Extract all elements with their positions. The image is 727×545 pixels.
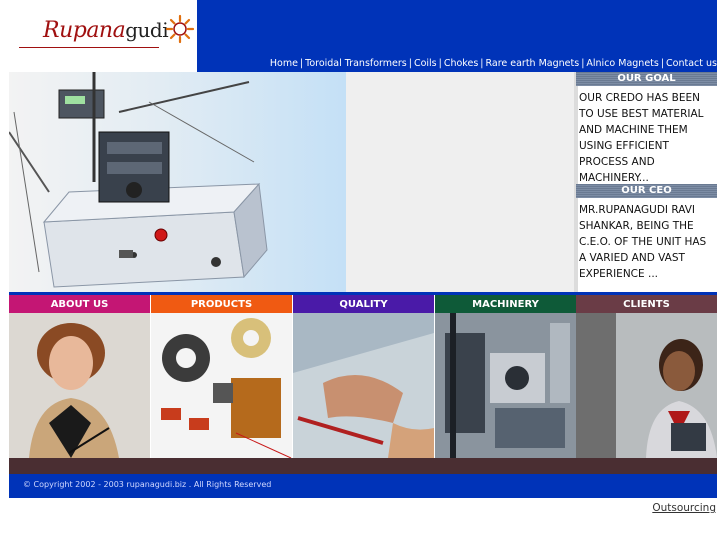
category-strip: ABOUT US PRODUCTS QUALITY MACHINERY CLIE… [9,295,717,458]
hero-banner [9,72,574,292]
logo[interactable]: Rupanagudi [9,0,197,72]
logo-underline [19,47,159,48]
nav-separator: | [581,58,585,69]
category-clients-label[interactable]: CLIENTS [576,295,717,313]
nav-separator: | [408,58,412,69]
category-about-us[interactable]: ABOUT US [9,295,150,458]
top-nav: Home | Toroidal Transformers | Coils | Chokes |… [270,58,717,69]
nav-chokes[interactable]: Chokes [444,58,478,69]
nav-separator: | [480,58,484,69]
category-machinery-label[interactable]: MACHINERY [435,295,576,313]
our-goal-heading[interactable]: OUR GOAL [576,72,717,86]
category-quality[interactable]: QUALITY [293,295,434,458]
outsourcing-link[interactable]: Outsourcing [652,502,716,514]
our-goal-text: OUR CREDO HAS BEEN TO USE BEST MATERIAL … [579,92,704,184]
hero-machine-photo [9,72,346,292]
nav-separator: | [299,58,304,69]
nav-coils[interactable]: Coils [414,58,437,69]
category-products[interactable]: PRODUCTS [151,295,292,458]
dark-band [9,458,717,474]
nav-separator: | [438,58,442,69]
nav-alnico-magnets[interactable]: Alnico Magnets [586,58,658,69]
category-clients[interactable]: CLIENTS [576,295,717,458]
our-ceo-text: MR.RUPANAGUDI RAVI SHANKAR, BEING THE C.… [579,204,707,280]
header: Rupanagudi Home | Toroidal Transformers | Co… [9,0,717,72]
nav-separator: | [660,58,665,69]
machinery-photo [435,313,576,458]
hero-blank-area [346,72,574,292]
our-ceo-heading[interactable]: OUR CEO [576,184,717,198]
nav-toroidal-transformers[interactable]: Toroidal Transformers [305,58,407,69]
nav-contact-us[interactable]: Contact us [666,58,717,69]
category-quality-label[interactable]: QUALITY [293,295,434,313]
footer: © Copyright 2002 - 2003 rupanagudi.biz .… [9,474,717,498]
side-stripe [574,72,578,292]
category-about-us-label[interactable]: ABOUT US [9,295,150,313]
products-photo [151,313,292,458]
clients-photo [576,313,717,458]
side-panel: OUR GOAL OUR CREDO HAS BEEN TO USE BEST … [574,72,717,292]
nav-home[interactable]: Home [270,58,298,69]
nav-rare-earth-magnets[interactable]: Rare earth Magnets [485,58,579,69]
copyright-text: © Copyright 2002 - 2003 rupanagudi.biz .… [23,480,272,489]
about-us-photo [9,313,150,458]
logo-text: Rupanagudi [43,18,169,43]
page-frame: Rupanagudi Home | Toroidal Transformers | Co… [9,0,717,500]
sun-logo-icon [165,14,195,44]
quality-photo [293,313,434,458]
category-machinery[interactable]: MACHINERY [435,295,576,458]
category-products-label[interactable]: PRODUCTS [151,295,292,313]
